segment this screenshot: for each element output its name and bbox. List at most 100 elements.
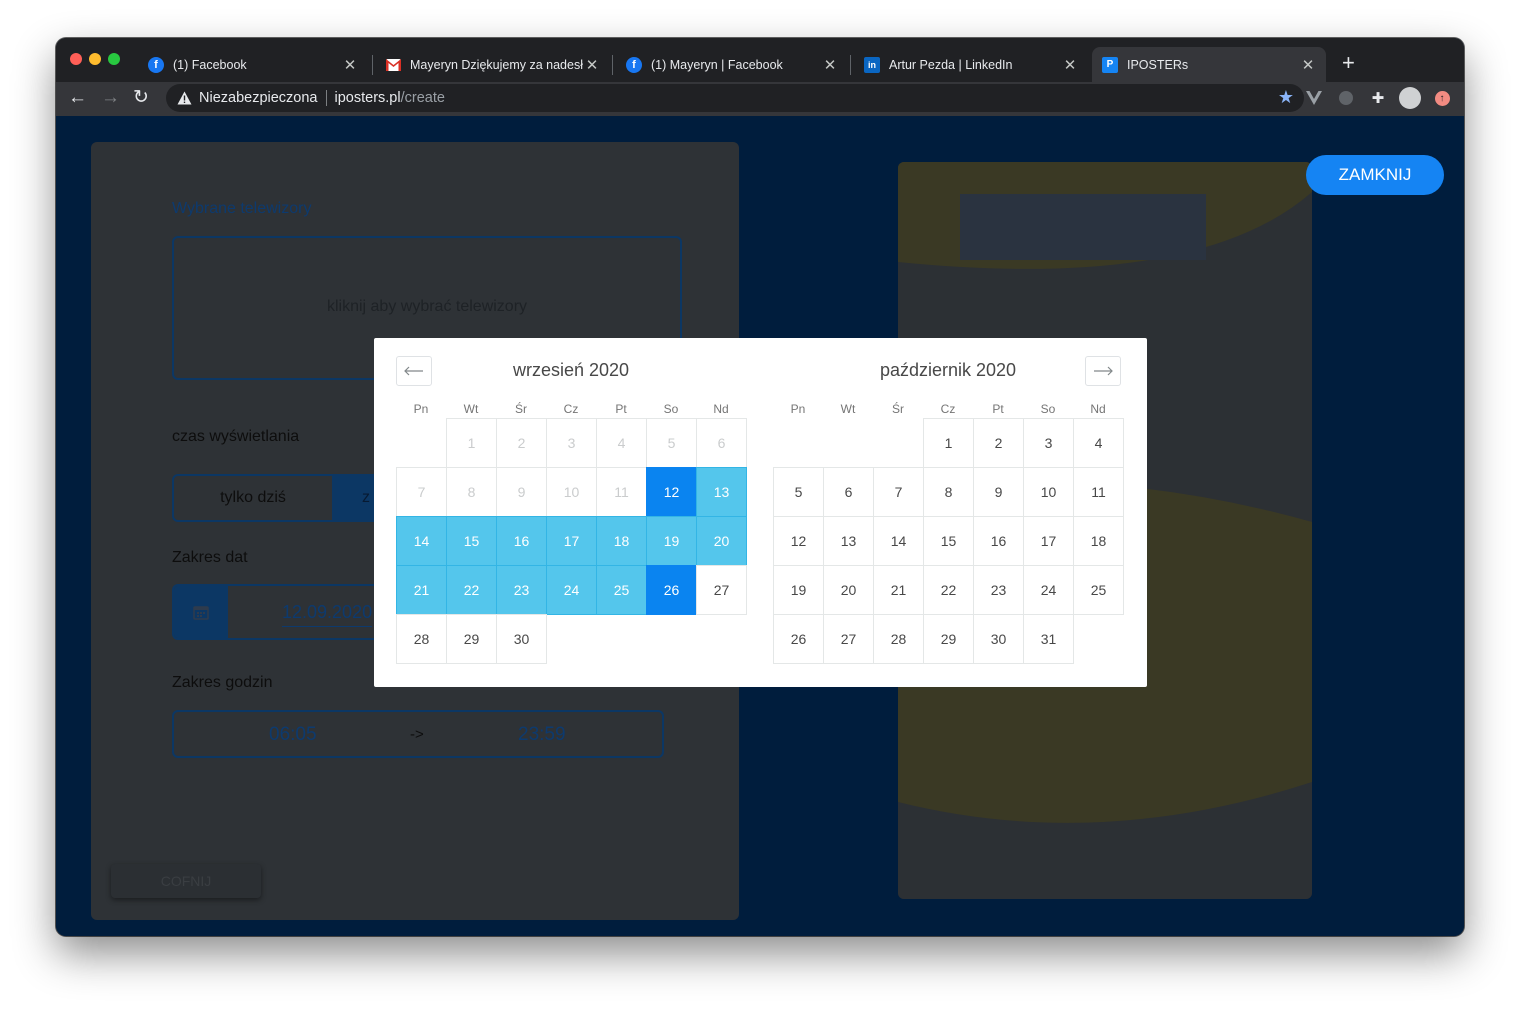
calendar-day[interactable]: 1 — [923, 418, 974, 468]
address-bar[interactable]: Niezabezpieczona iposters.pl /create ★ — [166, 84, 1304, 112]
calendar-day[interactable]: 23 — [973, 565, 1024, 615]
calendar-day[interactable]: 21 — [873, 565, 924, 615]
calendar-day[interactable]: 16 — [973, 516, 1024, 566]
calendar-day[interactable]: 8 — [923, 467, 974, 517]
calendar-day[interactable]: 14 — [873, 516, 924, 566]
calendar-day[interactable]: 25 — [1073, 565, 1124, 615]
calendar-day[interactable]: 28 — [396, 614, 447, 664]
url-host: iposters.pl — [334, 90, 401, 106]
calendar-day[interactable]: 21 — [396, 565, 447, 615]
date-start-input[interactable]: 12.09.2020 — [282, 602, 373, 627]
minimize-window-button[interactable] — [89, 53, 101, 65]
close-tab-icon[interactable]: ✕ — [584, 56, 600, 74]
calendar-day[interactable]: 28 — [873, 614, 924, 664]
calendar-day[interactable]: 12 — [773, 516, 824, 566]
update-icon[interactable]: ↑ — [1433, 89, 1451, 107]
calendar-day[interactable]: 18 — [1073, 516, 1124, 566]
calendar-day: 11 — [596, 467, 647, 517]
calendar-day[interactable]: 27 — [823, 614, 874, 664]
extension-info-icon[interactable] — [1337, 89, 1355, 107]
option-today-button[interactable]: tylko dziś — [174, 476, 332, 520]
gmail-icon — [386, 58, 401, 71]
calendar-day[interactable]: 4 — [1073, 418, 1124, 468]
back-arrow-icon[interactable]: ← — [68, 87, 87, 109]
browser-tab[interactable]: f (1) Mayeryn | Facebook ✕ — [616, 47, 848, 82]
calendar-day[interactable]: 24 — [1023, 565, 1074, 615]
close-tab-icon[interactable]: ✕ — [1062, 56, 1078, 74]
calendar-day[interactable]: 7 — [873, 467, 924, 517]
calendar-day[interactable]: 19 — [646, 516, 697, 566]
calendar-day[interactable]: 30 — [496, 614, 547, 664]
calendar-day[interactable]: 13 — [696, 467, 747, 517]
calendar-day[interactable]: 31 — [1023, 614, 1074, 664]
calendar-day[interactable]: 14 — [396, 516, 447, 566]
browser-tab[interactable]: Mayeryn Dziękujemy za nadesł ✕ — [376, 47, 610, 82]
vuejs-extension-icon[interactable] — [1305, 89, 1323, 107]
calendar-day[interactable]: 16 — [496, 516, 547, 566]
calendar-day[interactable]: 9 — [973, 467, 1024, 517]
date-range-label: Zakres dat — [172, 549, 248, 566]
calendar-day: 7 — [396, 467, 447, 517]
tab-title: Artur Pezda | LinkedIn — [889, 57, 1013, 72]
calendar-day[interactable]: 27 — [696, 565, 747, 615]
calendar-day[interactable]: 26 — [646, 565, 697, 615]
tv-label: Wybrane telewizory — [172, 200, 312, 217]
calendar-day[interactable]: 25 — [596, 565, 647, 615]
calendar-day[interactable]: 15 — [923, 516, 974, 566]
avatar[interactable] — [1399, 87, 1421, 109]
back-button[interactable]: COFNIJ — [111, 864, 261, 898]
bookmark-star-icon[interactable]: ★ — [1278, 87, 1294, 108]
close-tab-icon[interactable]: ✕ — [822, 56, 838, 74]
month-title: październik 2020 — [879, 360, 1017, 380]
close-window-button[interactable] — [70, 53, 82, 65]
calendar-day[interactable]: 17 — [1023, 516, 1074, 566]
calendar-day[interactable]: 24 — [546, 565, 597, 615]
calendar-day[interactable]: 22 — [923, 565, 974, 615]
time-end-input[interactable]: 23:59 — [518, 724, 566, 746]
display-time-label: czas wyświetlania — [172, 428, 300, 445]
calendar-day[interactable]: 12 — [646, 467, 697, 517]
calendar-day[interactable]: 26 — [773, 614, 824, 664]
address-divider — [325, 90, 327, 106]
time-start-input[interactable]: 06:05 — [269, 724, 317, 746]
forward-arrow-icon[interactable]: → — [101, 87, 120, 109]
browser-tab-active[interactable]: P IPOSTERs ✕ — [1092, 47, 1326, 82]
browser-window: f (1) Facebook ✕ Mayeryn Dziękujemy za n… — [56, 38, 1464, 936]
puzzle-extensions-icon[interactable]: ✚ — [1369, 89, 1387, 107]
calendar-day[interactable]: 19 — [773, 565, 824, 615]
calendar-day[interactable]: 30 — [973, 614, 1024, 664]
tab-separator — [850, 55, 851, 75]
calendar-day[interactable]: 5 — [773, 467, 824, 517]
close-tab-icon[interactable]: ✕ — [1300, 56, 1316, 74]
tab-title: Mayeryn Dziękujemy za nadesł — [410, 57, 583, 72]
calendar-day[interactable]: 17 — [546, 516, 597, 566]
browser-toolbar: ← → ↻ Niezabezpieczona iposters.pl /crea… — [56, 82, 1464, 116]
close-tab-icon[interactable]: ✕ — [342, 56, 358, 74]
calendar-day[interactable]: 2 — [973, 418, 1024, 468]
calendar-day[interactable]: 15 — [446, 516, 497, 566]
weekday-label: Wt — [840, 402, 856, 416]
calendar-day: 10 — [546, 467, 597, 517]
calendar-day[interactable]: 3 — [1023, 418, 1074, 468]
calendar-day[interactable]: 22 — [446, 565, 497, 615]
calendar-day[interactable]: 23 — [496, 565, 547, 615]
calendar-day[interactable]: 29 — [923, 614, 974, 664]
calendar-day: 4 — [596, 418, 647, 468]
calendar-day[interactable]: 11 — [1073, 467, 1124, 517]
reload-icon[interactable]: ↻ — [133, 87, 149, 109]
browser-tab[interactable]: f (1) Facebook ✕ — [138, 47, 368, 82]
close-button[interactable]: ZAMKNIJ — [1306, 155, 1444, 195]
calendar-day[interactable]: 20 — [696, 516, 747, 566]
weekday-label: Śr — [515, 402, 527, 416]
calendar-day[interactable]: 13 — [823, 516, 874, 566]
zoom-window-button[interactable] — [108, 53, 120, 65]
calendar-day[interactable]: 20 — [823, 565, 874, 615]
calendar-day[interactable]: 10 — [1023, 467, 1074, 517]
weekday-label: So — [1040, 402, 1056, 416]
browser-tab[interactable]: in Artur Pezda | LinkedIn ✕ — [854, 47, 1088, 82]
calendar-day[interactable]: 18 — [596, 516, 647, 566]
new-tab-button[interactable]: + — [1342, 50, 1355, 76]
calendar-day[interactable]: 29 — [446, 614, 497, 664]
time-range-field: 06:05 -> 23:59 — [172, 710, 664, 758]
calendar-day[interactable]: 6 — [823, 467, 874, 517]
